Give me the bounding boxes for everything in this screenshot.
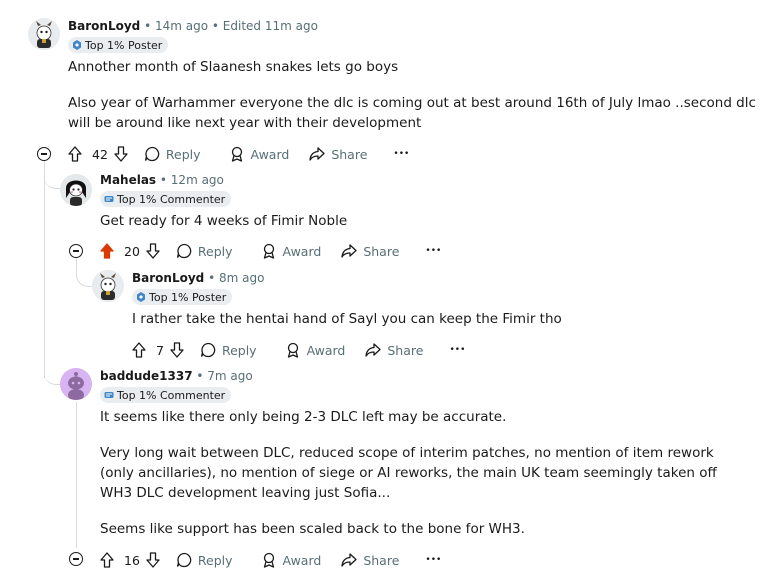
more-options-button[interactable]: ••• (425, 246, 441, 256)
share-button[interactable]: Share (341, 552, 399, 568)
comment-author-line: baddude1337 • 7m ago (100, 369, 253, 383)
comment-paragraph: Seems like support has been scaled back … (100, 521, 525, 537)
award-icon (263, 552, 274, 568)
comment-author-line: Mahelas • 12m ago (100, 173, 224, 187)
flair-badge-icon (73, 40, 81, 50)
thread-line (44, 150, 45, 378)
user-flair: Top 1% Commenter (100, 387, 232, 403)
comment-actions: 7 Reply Award Share ••• (132, 338, 465, 362)
username[interactable]: BaronLoyd (68, 19, 140, 33)
upvote-button[interactable] (100, 552, 114, 568)
speech-bubble-icon (176, 243, 192, 259)
upvote-button[interactable] (132, 342, 146, 358)
more-icon: ••• (425, 246, 442, 256)
more-options-button[interactable]: ••• (393, 149, 409, 159)
downvote-icon (146, 552, 160, 568)
speech-bubble-icon (176, 552, 192, 568)
more-options-button[interactable]: ••• (449, 345, 465, 355)
share-icon (341, 244, 357, 258)
username[interactable]: baddude1337 (100, 369, 193, 383)
thread-curve (44, 164, 60, 189)
comment-body: I rather take the hentai hand of Sayl yo… (132, 309, 752, 329)
thread-line (76, 402, 77, 548)
comment-author-line: BaronLoyd • 14m ago • Edited 11m ago (68, 19, 318, 33)
more-icon: ••• (449, 345, 466, 355)
award-button[interactable]: Award (261, 552, 321, 568)
share-icon (341, 553, 357, 567)
avatar[interactable] (60, 368, 92, 400)
comment-actions: 16 Reply Award Share ••• (100, 548, 441, 572)
award-icon (231, 146, 242, 162)
collapse-thread-button[interactable] (69, 244, 83, 258)
downvote-icon (146, 243, 160, 259)
upvote-button[interactable] (100, 243, 114, 259)
share-icon (365, 343, 382, 357)
upvote-icon (68, 146, 82, 162)
avatar[interactable] (60, 174, 92, 206)
user-flair: Top 1% Poster (132, 289, 233, 305)
share-button[interactable]: Share (341, 243, 399, 259)
collapse-thread-button[interactable] (37, 147, 51, 161)
award-icon (287, 342, 298, 358)
reply-button[interactable]: Reply (200, 342, 257, 358)
award-icon (263, 243, 274, 259)
downvote-icon (170, 342, 184, 358)
award-button[interactable]: Award (229, 146, 289, 162)
flair-badge-icon (104, 392, 114, 398)
more-options-button[interactable]: ••• (425, 555, 441, 565)
comment-author-line: BaronLoyd • 8m ago (132, 271, 264, 285)
comment-paragraph: Very long wait between DLC, reduced scop… (100, 445, 717, 501)
timestamp: • 12m ago (159, 173, 224, 187)
vote-count: 42 (92, 146, 108, 162)
downvote-icon (114, 146, 128, 162)
more-icon: ••• (393, 149, 410, 159)
reply-button[interactable]: Reply (144, 146, 201, 162)
timestamp: • 8m ago (208, 271, 265, 285)
avatar[interactable] (92, 270, 124, 302)
upvote-filled-icon (100, 243, 114, 259)
upvote-icon (132, 342, 146, 358)
timestamp: • 7m ago (196, 369, 253, 383)
more-icon: ••• (425, 555, 442, 565)
thread-curve (44, 360, 60, 385)
downvote-button[interactable] (170, 342, 184, 358)
downvote-button[interactable] (146, 243, 160, 259)
username[interactable]: Mahelas (100, 173, 156, 187)
vote-count: 20 (124, 243, 140, 259)
user-flair: Top 1% Poster (68, 37, 169, 53)
vote-count: 7 (156, 342, 164, 358)
downvote-button[interactable] (146, 552, 160, 568)
speech-bubble-icon (200, 342, 216, 358)
reply-button[interactable]: Reply (176, 552, 233, 568)
share-button[interactable]: Share (365, 342, 423, 358)
reply-button[interactable]: Reply (176, 243, 233, 259)
collapse-thread-button[interactable] (69, 552, 83, 566)
vote-count: 16 (124, 552, 140, 568)
share-icon (309, 147, 325, 161)
comment-body: Annother month of Slaanesh snakes lets g… (68, 57, 758, 133)
comment-paragraph: Get ready for 4 weeks of Fimir Noble (100, 213, 348, 229)
flair-badge-icon (137, 292, 145, 302)
comment-actions: 20 Reply Award Share ••• (100, 239, 441, 263)
award-button[interactable]: Award (261, 243, 321, 259)
username[interactable]: BaronLoyd (132, 271, 204, 285)
upvote-icon (100, 552, 114, 568)
speech-bubble-icon (144, 146, 160, 162)
award-button[interactable]: Award (285, 342, 345, 358)
user-flair: Top 1% Commenter (100, 191, 232, 207)
thread-curve (76, 266, 93, 287)
comment-body: Get ready for 4 weeks of Fimir Noble (100, 211, 750, 231)
avatar[interactable] (28, 18, 60, 50)
comment-paragraph: I rather take the hentai hand of Sayl yo… (132, 311, 562, 327)
comment-paragraph: Annother month of Slaanesh snakes lets g… (68, 59, 399, 75)
share-button[interactable]: Share (309, 146, 367, 162)
timestamp: • 14m ago • Edited 11m ago (144, 19, 318, 33)
upvote-button[interactable] (68, 146, 82, 162)
comment-paragraph: Also year of Warhammer everyone the dlc … (68, 95, 756, 131)
flair-badge-icon (104, 196, 114, 202)
comment-body: It seems like there only being 2-3 DLC l… (100, 407, 740, 539)
comment-actions: 42 Reply Award Share ••• (68, 142, 409, 166)
comment-paragraph: It seems like there only being 2-3 DLC l… (100, 409, 507, 425)
downvote-button[interactable] (114, 146, 128, 162)
